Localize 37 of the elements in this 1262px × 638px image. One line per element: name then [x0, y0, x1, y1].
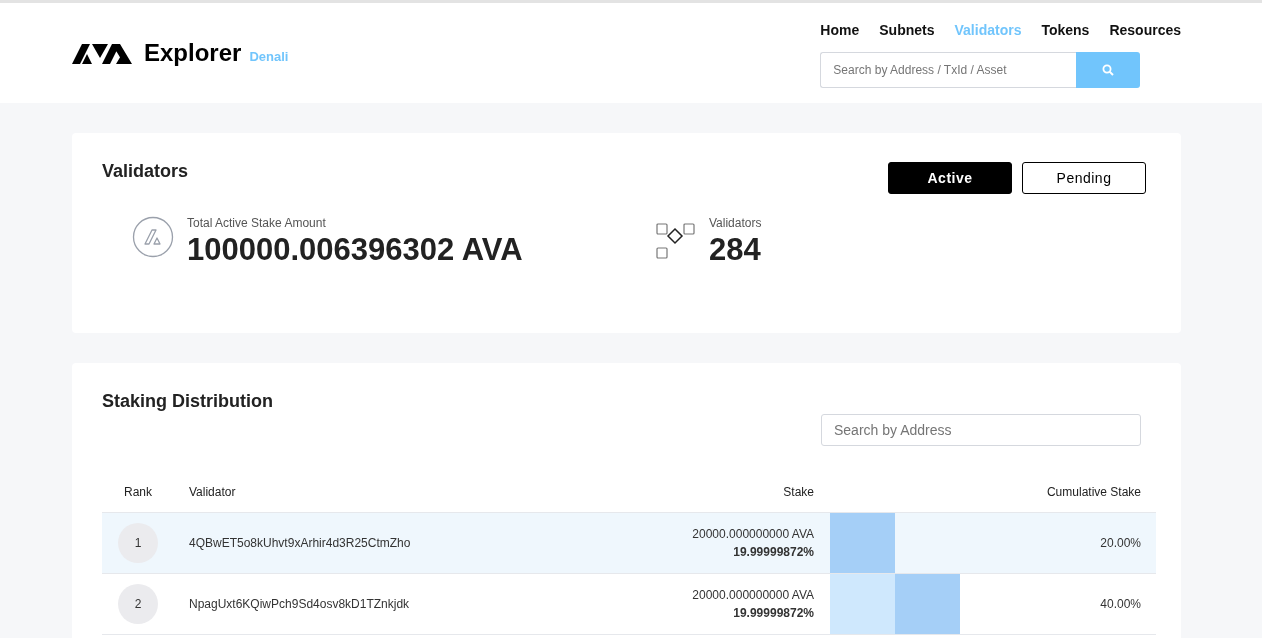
logo-icon [72, 42, 134, 64]
column-header: Stake [783, 485, 814, 499]
stat-label: Validators [709, 216, 762, 230]
stat-label: Total Active Stake Amount [187, 216, 327, 230]
card-title: Validators [102, 161, 189, 182]
search-icon [1102, 64, 1115, 76]
validator-id: 4QBwET5o8kUhvt9xArhir4d3R25CtmZho [189, 536, 411, 550]
address-search-field[interactable]: Search by Address [821, 414, 1141, 446]
stat-value: 100000.006396302 AVA [187, 232, 523, 268]
column-header: Cumulative Stake [1046, 485, 1141, 499]
column-header: Rank [124, 485, 152, 499]
nav-link[interactable]: Home [820, 22, 860, 38]
stake-amount: 20000.000000000 AVA [691, 526, 814, 543]
rank-badge: 1 [118, 523, 158, 563]
cumulative-percent: 40.00% [1100, 597, 1141, 611]
stat-value: 284 [709, 232, 762, 268]
nav-link[interactable]: Resources [1109, 22, 1181, 38]
table-row[interactable]: 1 4QBwET5o8kUhvt9xArhir4d3R25CtmZho 20000.000000000 AVA 19.99999872% 20.00% [102, 512, 1156, 574]
brand-name: Explorer [144, 39, 242, 67]
status-tab[interactable]: Active [888, 162, 1012, 194]
network-label: Denali [249, 48, 289, 64]
column-header: Validator [189, 485, 236, 499]
search-field[interactable]: Search by Address / TxId / Asset [820, 52, 1077, 88]
search-button[interactable] [1076, 52, 1141, 88]
validator-id: NpagUxt6KQiwPch9Sd4osv8kD1TZnkjdk [189, 597, 410, 611]
table-row[interactable]: 2 NpagUxt6KQiwPch9Sd4osv8kD1TZnkjdk 20000.000000000 AVA 19.99999872% 40.00% [102, 573, 1156, 635]
nav-link[interactable]: Tokens [1041, 22, 1090, 38]
stake-icon [132, 216, 174, 258]
rank-badge: 2 [118, 584, 158, 624]
card-title: Staking Distribution [102, 391, 274, 412]
nodes-icon [656, 222, 696, 260]
cumulative-percent: 20.00% [1100, 536, 1141, 550]
stake-amount: 20000.000000000 AVA [691, 587, 814, 604]
stake-percent: 19.99999872% [732, 544, 814, 561]
nav-link[interactable]: Subnets [879, 22, 935, 38]
stake-percent: 19.99999872% [732, 605, 814, 622]
status-tab[interactable]: Pending [1022, 162, 1146, 194]
